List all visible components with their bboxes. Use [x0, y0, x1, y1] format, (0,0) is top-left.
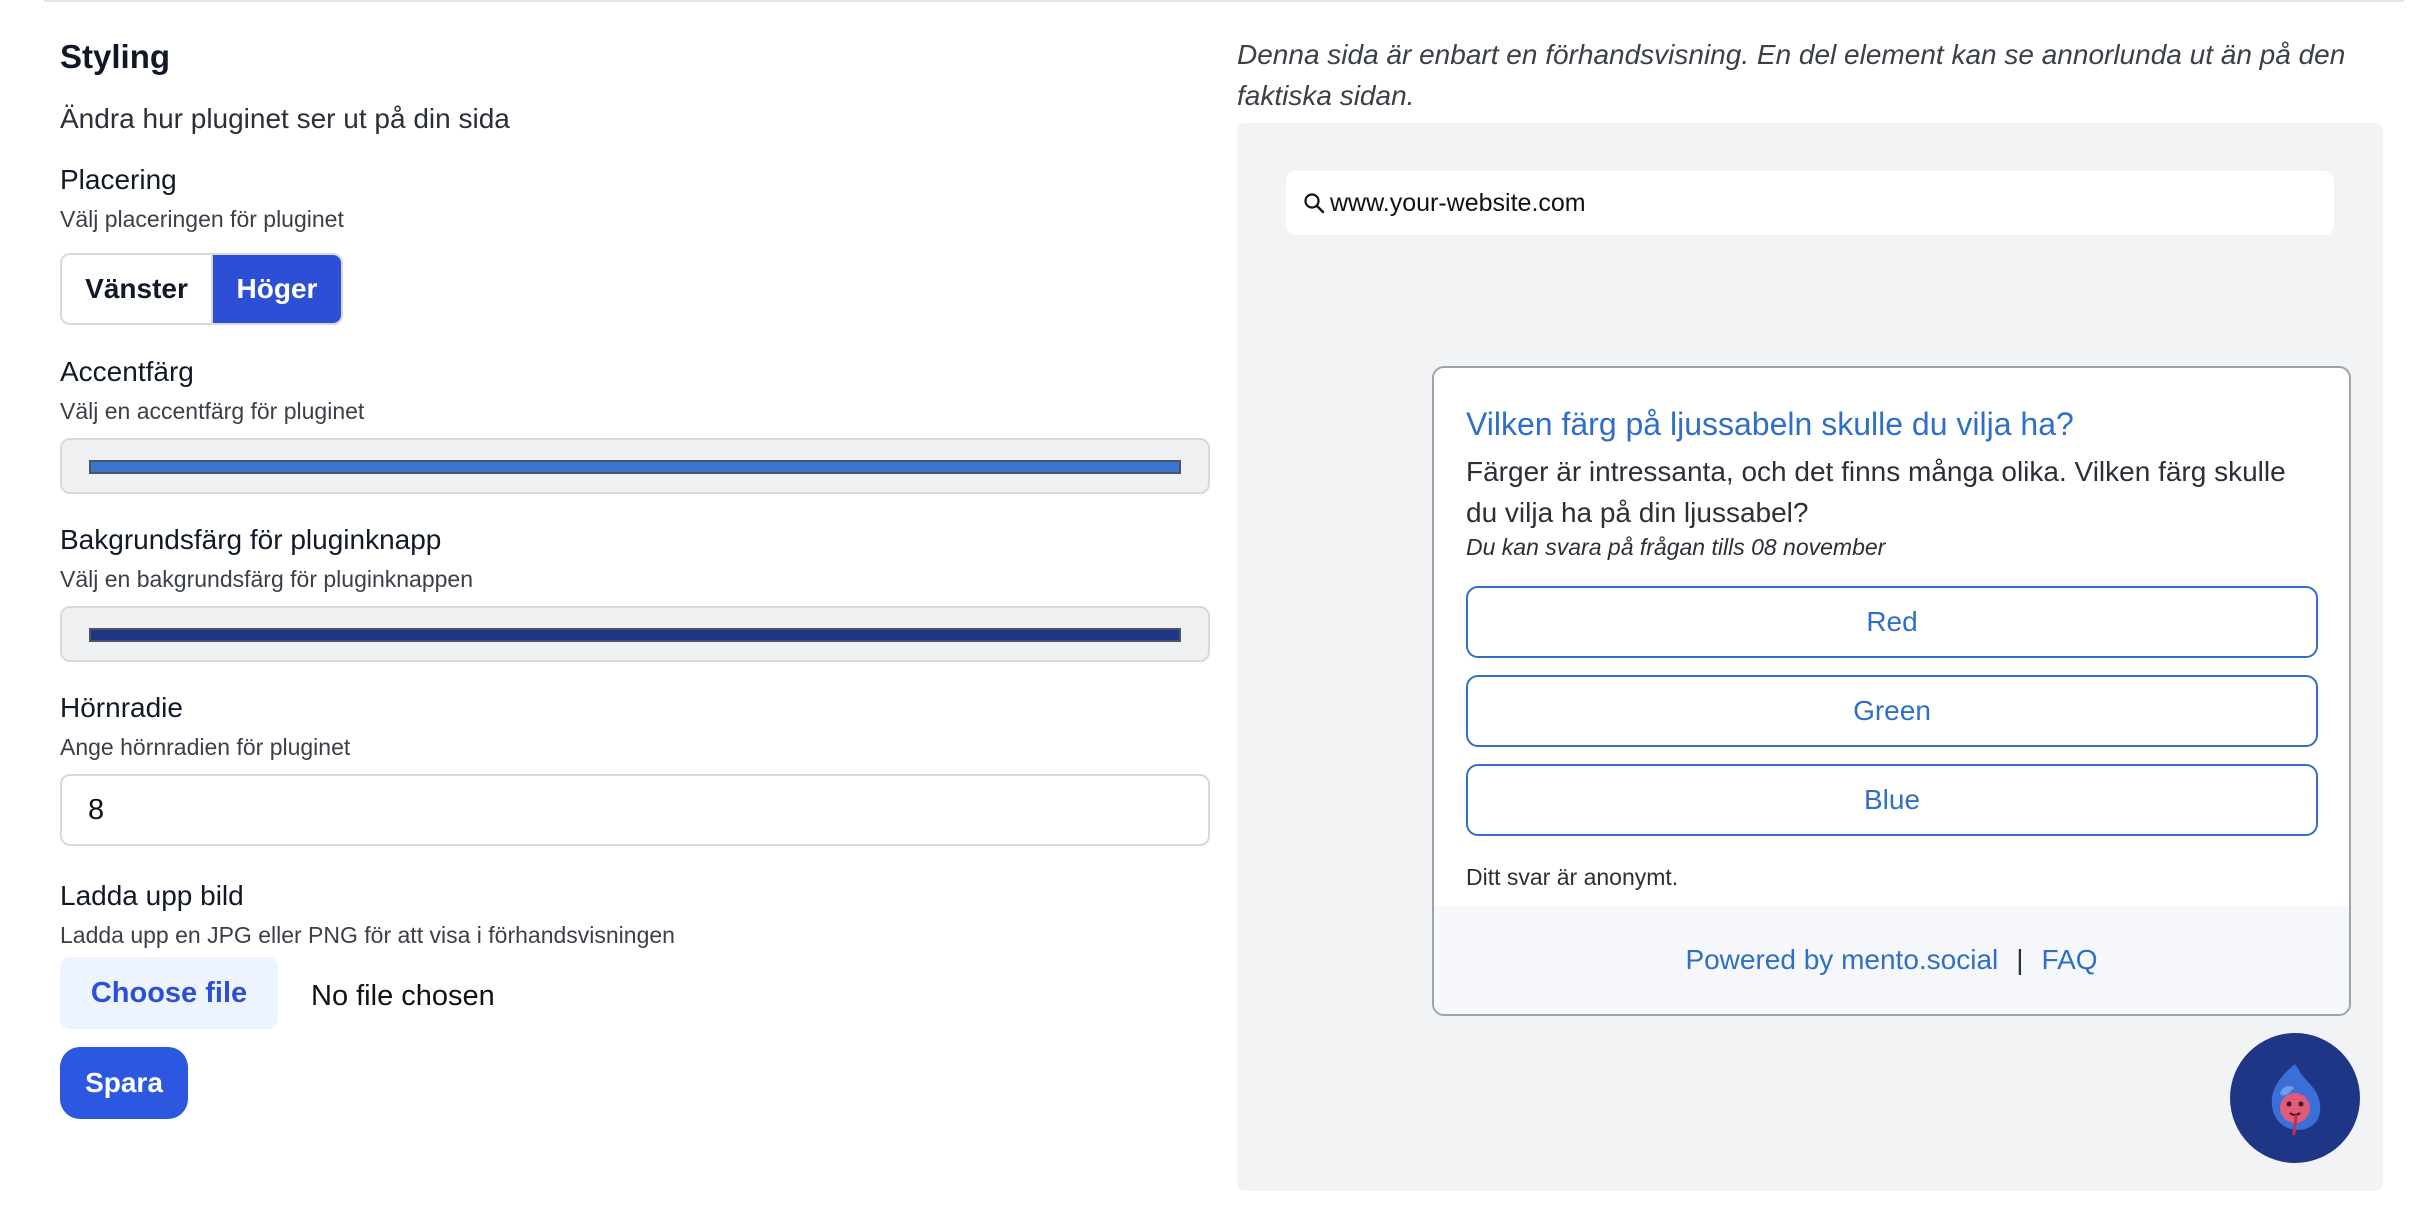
- powered-by-link[interactable]: Powered by mento.social: [1685, 944, 1998, 976]
- mascot-icon: [2271, 1064, 2321, 1136]
- poll-option-green[interactable]: Green: [1466, 675, 2318, 747]
- corner-radius-input[interactable]: 8: [60, 774, 1210, 846]
- file-status: No file chosen: [311, 980, 495, 1012]
- poll-option-red[interactable]: Red: [1466, 586, 2318, 658]
- placement-help: Välj placeringen för pluginet: [60, 206, 344, 232]
- search-icon: [1304, 193, 1325, 214]
- corner-radius-help: Ange hörnradien för pluginet: [60, 734, 351, 760]
- button-bg-label: Bakgrundsfärg för pluginknapp: [60, 524, 442, 555]
- section-subtitle: Ändra hur pluginet ser ut på din sida: [60, 103, 510, 134]
- url-bar: www.your-website.com: [1286, 171, 2334, 235]
- placement-label: Placering: [60, 164, 177, 195]
- preview-panel: www.your-website.com Vilken färg på ljus…: [1237, 123, 2383, 1191]
- corner-radius-label: Hörnradie: [60, 692, 183, 723]
- choose-file-button[interactable]: Choose file: [60, 957, 278, 1029]
- poll-widget: Vilken färg på ljussabeln skulle du vilj…: [1432, 366, 2351, 1016]
- plugin-launcher-button[interactable]: [2230, 1033, 2360, 1163]
- accent-color-help: Välj en accentfärg för pluginet: [60, 398, 365, 424]
- upload-help: Ladda upp en JPG eller PNG för att visa …: [60, 922, 675, 948]
- button-bg-help: Välj en bakgrundsfärg för pluginknappen: [60, 566, 474, 592]
- button-bg-swatch: [89, 628, 1181, 642]
- faq-link[interactable]: FAQ: [2042, 944, 2098, 976]
- button-bg-picker[interactable]: [60, 606, 1210, 662]
- save-button[interactable]: Spara: [60, 1047, 188, 1119]
- footer-separator: |: [2016, 944, 2024, 975]
- poll-deadline: Du kan svara på frågan tills 08 november: [1466, 534, 1886, 560]
- placement-toggle: Vänster Höger: [60, 253, 343, 325]
- accent-color-swatch: [89, 460, 1181, 474]
- upload-label: Ladda upp bild: [60, 880, 244, 911]
- section-title: Styling: [60, 38, 171, 75]
- placement-right-button[interactable]: Höger: [213, 255, 341, 323]
- anonymous-note: Ditt svar är anonymt.: [1466, 864, 1679, 890]
- accent-color-picker[interactable]: [60, 438, 1210, 494]
- poll-question: Vilken färg på ljussabeln skulle du vilj…: [1466, 406, 2074, 442]
- poll-option-blue[interactable]: Blue: [1466, 764, 2318, 836]
- url-text: www.your-website.com: [1330, 188, 1586, 217]
- placement-left-button[interactable]: Vänster: [62, 255, 213, 323]
- widget-footer: Powered by mento.social | FAQ: [1434, 906, 2349, 1014]
- corner-radius-value: 8: [88, 793, 105, 826]
- top-divider: [44, 0, 2404, 2]
- poll-description: Färger är intressanta, och det finns mån…: [1466, 456, 2286, 528]
- preview-notice: Denna sida är enbart en förhandsvisning.…: [1237, 39, 2346, 111]
- accent-color-label: Accentfärg: [60, 356, 194, 387]
